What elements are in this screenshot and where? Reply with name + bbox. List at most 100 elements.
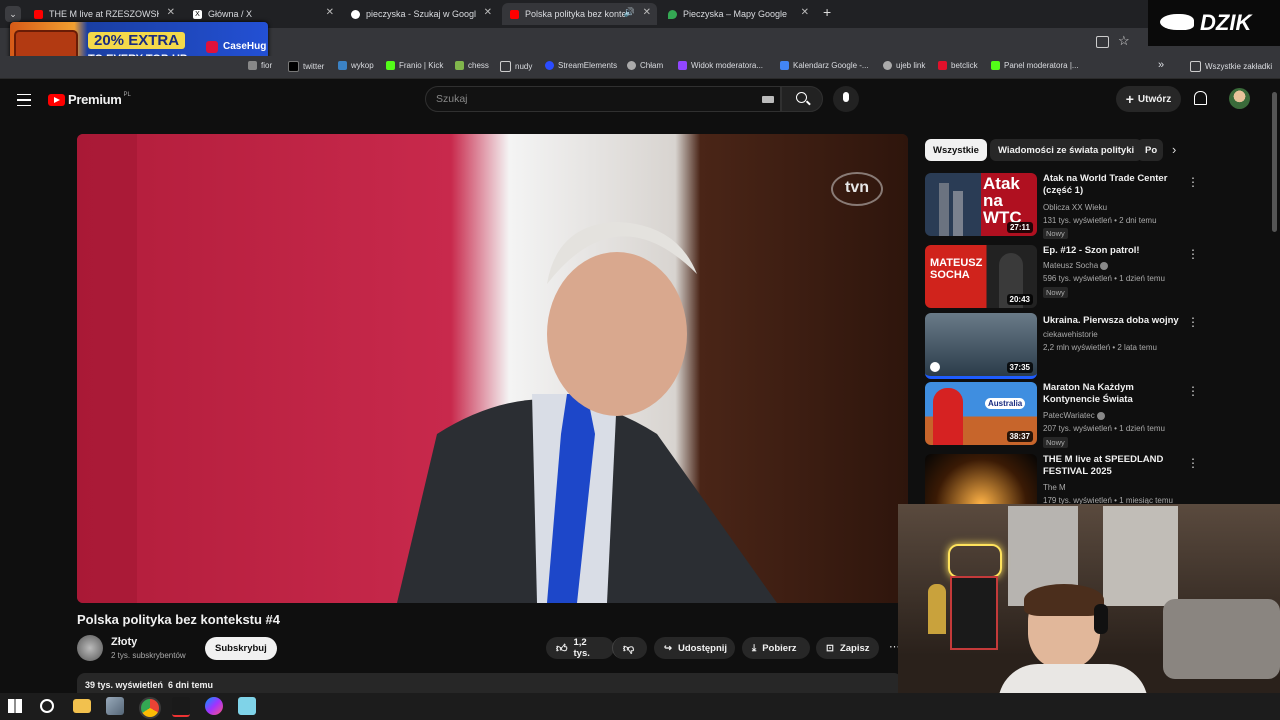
video-thumbnail[interactable] [925, 454, 1037, 504]
close-icon[interactable]: ✕ [326, 7, 334, 18]
audio-playing-icon[interactable]: 🔊 [624, 7, 635, 18]
video-thumbnail[interactable]: Atak na WTC 27:11 [925, 173, 1037, 236]
recommended-video-5[interactable]: THE M live at SPEEDLAND FESTIVAL 2025 Th… [925, 454, 1195, 504]
bookmark-twitter[interactable]: twitter [288, 61, 324, 72]
youtube-logo[interactable]: Premium PL [48, 92, 131, 107]
channel-name[interactable]: Złoty [111, 636, 137, 648]
chips-next-chevron-icon[interactable]: › [1172, 142, 1176, 157]
new-tab-button[interactable]: + [823, 4, 831, 20]
x-favicon-icon: X [193, 9, 202, 19]
chip-all[interactable]: Wszystkie [925, 139, 987, 161]
app-icon[interactable] [106, 697, 124, 715]
bookmark-moderator-view[interactable]: Widok moderatora... [678, 61, 763, 70]
hamburger-menu-icon[interactable] [17, 94, 31, 106]
windows-start-icon[interactable] [8, 699, 22, 713]
chess-pawn-icon [455, 61, 464, 70]
bookmark-chlam[interactable]: Chłam [627, 61, 663, 70]
recommended-video-4[interactable]: Australia 38:37 Maraton Na Każdym Kontyn… [925, 382, 1199, 448]
bookmark-ujeb-link[interactable]: ujeb link [883, 61, 925, 70]
streamelements-icon [545, 61, 554, 70]
tab-search-icon[interactable]: ⌄ [5, 6, 21, 22]
more-options-icon[interactable]: ⋮ [1187, 456, 1195, 470]
ad-line-1: 20% EXTRA [88, 32, 186, 49]
video-thumbnail[interactable]: 37:35 [925, 313, 1037, 379]
video-player[interactable]: tvn [77, 134, 908, 603]
more-options-icon[interactable]: ⋮ [1187, 175, 1199, 189]
chip-more[interactable]: Po [1137, 139, 1163, 161]
pc-case-image [950, 576, 998, 650]
channel-avatar[interactable] [77, 635, 103, 661]
more-options-icon[interactable]: ⋮ [1187, 315, 1199, 329]
chrome-icon[interactable] [139, 697, 161, 719]
youtube-favicon-icon [34, 9, 43, 19]
save-button[interactable]: ⊡ Zapisz [816, 637, 879, 659]
page-scrollbar[interactable] [1272, 92, 1277, 232]
bookmark-streamelements[interactable]: StreamElements [545, 61, 617, 70]
notifications-bell-icon[interactable] [1194, 91, 1207, 105]
taskbar-search-icon[interactable] [40, 699, 54, 713]
search-box[interactable]: Szukaj [425, 86, 781, 112]
more-options-icon[interactable]: ⋮ [1187, 247, 1199, 261]
keyboard-icon[interactable] [762, 96, 774, 103]
google-favicon-icon [351, 9, 360, 19]
browser-tab-3[interactable]: pieczyska - Szukaj w Google ✕ [343, 3, 498, 25]
kick-icon [991, 61, 1000, 70]
plus-icon: + [1125, 91, 1134, 107]
browser-tab-5[interactable]: Pieczyska – Mapy Google ✕ [660, 3, 815, 25]
windows-taskbar [0, 693, 1280, 720]
bookmark-folder-nudy[interactable]: nudy [500, 61, 532, 72]
bookmark-fior[interactable]: fior [248, 61, 272, 70]
download-button[interactable]: ⤓ Pobierz [742, 637, 810, 659]
avatar[interactable] [1229, 88, 1250, 109]
video-thumbnail[interactable]: MATEUSZ SOCHA 20:43 [925, 245, 1037, 308]
video-thumbnail[interactable]: Australia 38:37 [925, 382, 1037, 445]
bookmark-wykop[interactable]: wykop [338, 61, 374, 70]
all-bookmarks-button[interactable]: Wszystkie zakładki [1190, 61, 1272, 72]
file-explorer-icon[interactable] [73, 699, 91, 713]
recommended-video-1[interactable]: Atak na WTC 27:11 Atak na World Trade Ce… [925, 173, 1199, 239]
close-icon[interactable]: ✕ [801, 7, 809, 18]
recommended-video-2[interactable]: MATEUSZ SOCHA 20:43 Ep. #12 - Szon patro… [925, 245, 1199, 309]
kick-icon [386, 61, 395, 70]
bookmark-save-icon: ⊡ [826, 642, 834, 654]
close-icon[interactable]: ✕ [167, 7, 175, 18]
bookmark-moderator-panel[interactable]: Panel moderatora |... [991, 61, 1079, 70]
voice-search-button[interactable] [833, 86, 859, 112]
bookmark-google-calendar[interactable]: Kalendarz Google -... [780, 61, 869, 70]
bookmark-chess[interactable]: chess [455, 61, 489, 70]
notepad-icon[interactable] [238, 697, 256, 715]
chip-politics-news[interactable]: Wiadomości ze świata polityki [990, 139, 1143, 161]
channel-badge-icon [930, 362, 940, 372]
install-app-icon[interactable] [1096, 36, 1109, 48]
share-button[interactable]: ↪ Udostępnij [654, 637, 735, 659]
folder-icon [500, 61, 511, 72]
bookmark-kick[interactable]: Franio | Kick [386, 61, 443, 70]
messenger-icon[interactable] [205, 697, 223, 715]
subscriber-count: 2 tys. subskrybentów [111, 651, 186, 660]
like-button[interactable]: 👍︎ 1,2 tys. [546, 637, 614, 659]
close-icon[interactable]: ✕ [484, 7, 492, 18]
dislike-button[interactable]: 👎︎ [612, 637, 647, 659]
close-icon[interactable]: ✕ [643, 7, 651, 18]
more-options-icon[interactable]: ⋮ [1187, 384, 1199, 398]
wtc-towers-image [939, 183, 949, 236]
view-stats: 39 tys. wyświetleń 6 dni temu [85, 680, 214, 690]
bookmark-betclick[interactable]: betclick [938, 61, 978, 70]
dzik-text: DZIK [1200, 10, 1252, 35]
obs-icon[interactable] [172, 697, 190, 717]
search-button[interactable] [781, 86, 823, 112]
browser-tab-4-active[interactable]: Polska polityka bez konteks 🔊 ✕ [502, 3, 657, 25]
recommended-video-3[interactable]: 37:35 Ukraina. Pierwsza doba wojny cieka… [925, 313, 1199, 379]
bookmark-icon [248, 61, 257, 70]
subscribe-button[interactable]: Subskrybuj [205, 637, 277, 660]
streamer-webcam-overlay [898, 504, 1280, 720]
video-description-box[interactable]: 39 tys. wyświetleń 6 dni temu [77, 673, 902, 695]
headphones-image [1094, 604, 1108, 634]
verified-icon [1100, 261, 1109, 270]
calendar-icon [780, 61, 789, 70]
bookmarks-overflow-button[interactable]: » [1158, 59, 1164, 71]
wykop-icon [338, 61, 347, 70]
thumbs-up-icon: 👍︎ [556, 642, 568, 655]
create-button[interactable]: + Utwórz [1116, 86, 1181, 112]
bookmark-star-icon[interactable]: ☆ [1118, 33, 1130, 49]
